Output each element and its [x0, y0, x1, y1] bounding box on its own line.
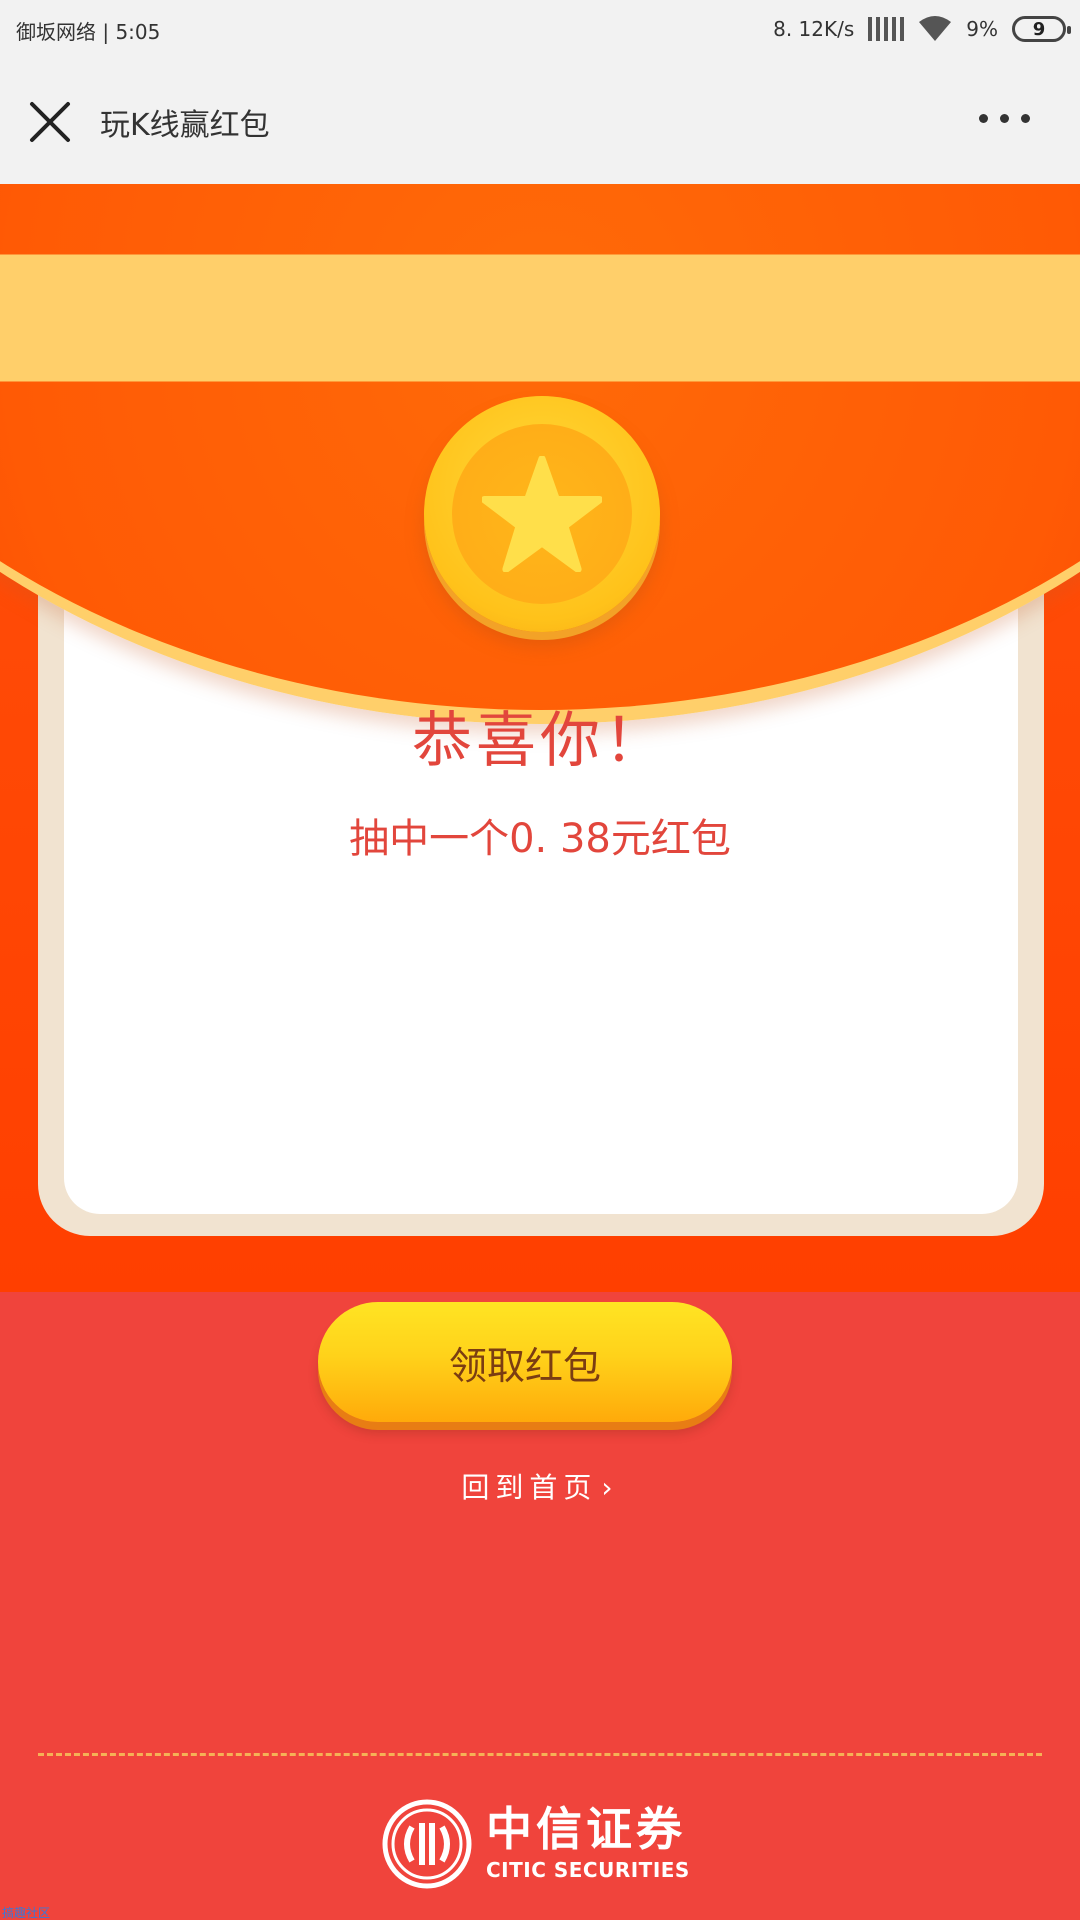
divider [38, 1753, 1042, 1756]
nav-bar: 玩K线赢红包 [0, 58, 1080, 184]
close-button[interactable] [28, 100, 72, 144]
coin-icon [424, 396, 660, 632]
more-dot-icon [1021, 114, 1030, 123]
citic-logo: 中信证券 CITIC SECURITIES [382, 1796, 702, 1892]
congrats-heading: 恭喜你！ [412, 706, 668, 776]
back-home-link[interactable]: 回到首页 › [0, 1466, 1080, 1506]
status-bar: 御坂网络 | 5:05 8. 12K/s 9% 9 [0, 0, 1080, 58]
battery-level: 9 [1032, 18, 1046, 40]
battery-icon: 9 [1012, 16, 1071, 42]
chevron-right-icon: › [601, 1471, 619, 1504]
brand-name-cn: 中信证券 [486, 1802, 686, 1856]
page-title: 玩K线赢红包 [100, 108, 270, 143]
back-home-label: 回到首页 [461, 1471, 598, 1504]
brand-name-en: CITIC SECURITIES [486, 1858, 690, 1882]
carrier-time: 御坂网络 | 5:05 [16, 20, 161, 44]
wifi-icon [919, 16, 952, 41]
battery-percent: 9% [966, 17, 998, 41]
more-button[interactable] [979, 114, 1030, 123]
prize-text: 抽中一个0. 38元红包 [349, 816, 731, 862]
citic-logo-icon [382, 1799, 472, 1889]
star-icon [482, 456, 602, 572]
watermark: 搞趣社区 [2, 1906, 51, 1920]
status-icons: 8. 12K/s 9% 9 [773, 12, 1071, 46]
more-dot-icon [979, 114, 988, 123]
more-dot-icon [1000, 114, 1009, 123]
claim-red-packet-button[interactable]: 领取红包 [318, 1302, 732, 1422]
network-speed: 8. 12K/s [773, 17, 855, 41]
signal-icon [868, 17, 905, 41]
close-icon [30, 102, 70, 142]
